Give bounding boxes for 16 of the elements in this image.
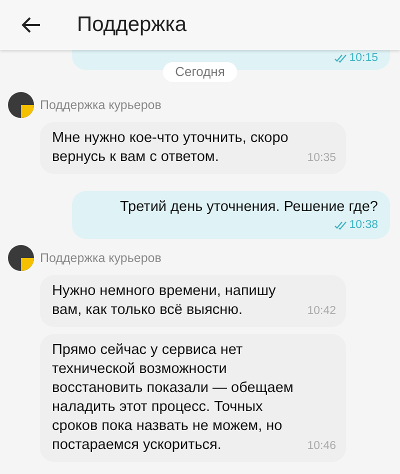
message-time: 10:46 xyxy=(307,439,336,454)
screen-title: Поддержка xyxy=(77,12,187,38)
avatar-icon xyxy=(8,245,34,272)
message-text: Третий день уточнения. Решение где? xyxy=(120,198,378,217)
message-time: 10:42 xyxy=(307,304,336,319)
message-text: Мне нужно кое-что уточнить, скоро вернусь к вам с ответом. xyxy=(52,129,290,167)
sender-name: Поддержка курьеров xyxy=(40,250,162,267)
message-time: 10:15 xyxy=(349,50,378,66)
message-text: Прямо сейчас у сервиса нет технической возможности восстановить показали — обещаем наладить этот процесс. Точных сроков пока назвать не можем, но постараемся ускориться. xyxy=(52,341,294,456)
message-text: Нужно немного времени, напишу вам, как только всё выясню. xyxy=(52,282,277,320)
message-time: 10:35 xyxy=(307,150,336,166)
avatar-icon xyxy=(8,92,34,118)
back-icon[interactable] xyxy=(21,17,41,33)
sender-name: Поддержка курьеров xyxy=(40,96,162,114)
date-badge: Сегодня xyxy=(163,62,237,82)
message-time: 10:38 xyxy=(349,218,378,233)
